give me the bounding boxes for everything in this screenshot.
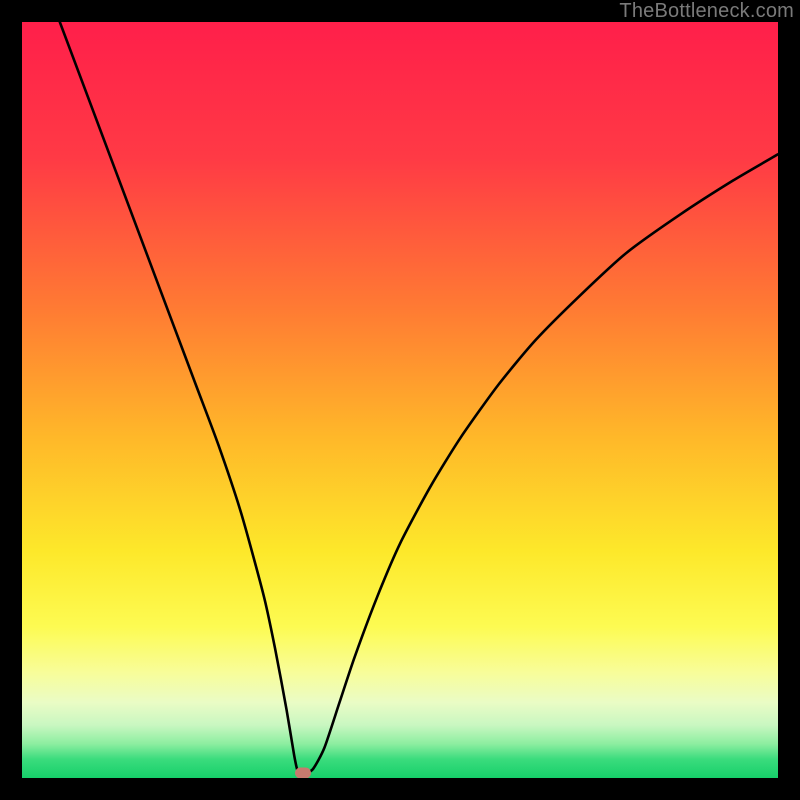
minimum-marker	[295, 768, 311, 778]
watermark-text: TheBottleneck.com	[619, 0, 794, 23]
bottleneck-curve	[22, 22, 778, 778]
chart-container: TheBottleneck.com	[0, 0, 800, 800]
plot-area	[22, 22, 778, 778]
